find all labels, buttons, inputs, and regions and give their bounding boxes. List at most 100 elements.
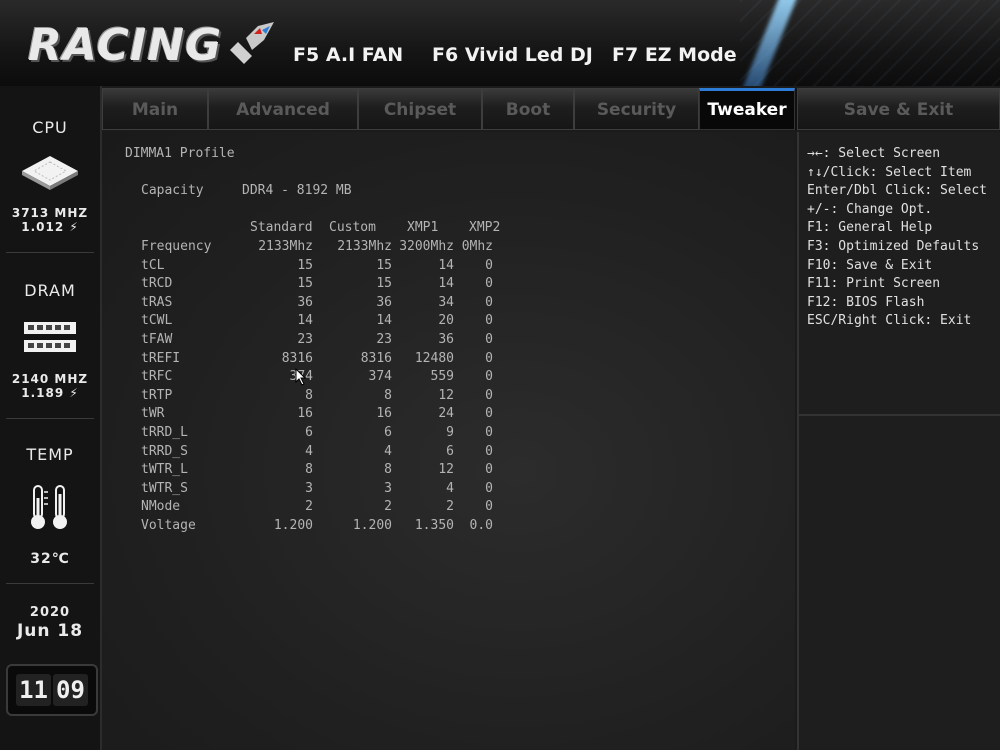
row-value-xmp2: 0 xyxy=(485,332,493,347)
row-value-standard: 15 xyxy=(297,276,313,292)
divider xyxy=(799,414,1000,416)
row-value-custom: 36 xyxy=(376,294,392,310)
row-value-xmp2: 0 xyxy=(485,406,493,422)
row-label: tCWL xyxy=(141,313,173,329)
tab-main[interactable]: Main xyxy=(102,88,208,130)
dram-frequency: 2140 MHZ xyxy=(11,372,89,386)
header-bar: RACING F5 A.I FAN F6 Vivid Led DJ F7 EZ … xyxy=(0,0,1000,86)
row-value-standard: 8 xyxy=(305,387,313,403)
row-value-xmp2: 0 xyxy=(485,499,493,515)
row-value-custom: 1.200 xyxy=(352,518,392,533)
row-value-xmp2: 0 xyxy=(485,313,493,329)
row-value-xmp2: 0 xyxy=(485,294,493,310)
row-value-custom: 14 xyxy=(376,313,392,329)
row-value-xmp2: 0 xyxy=(485,480,493,496)
tab-boot[interactable]: Boot xyxy=(482,88,574,130)
row-value-custom: 4 xyxy=(384,443,392,459)
row-value-standard: 14 xyxy=(297,313,313,329)
row-value-standard: 2 xyxy=(305,499,313,515)
row-value-xmp2: 0.0 xyxy=(469,518,493,533)
row-label: NMode xyxy=(141,499,181,515)
thermometer-icon xyxy=(31,485,67,529)
row-value-standard: 3 xyxy=(305,480,313,496)
row-value-xmp2: 0 xyxy=(485,443,493,459)
row-label: tWTR_S xyxy=(141,480,188,496)
row-label: tRAS xyxy=(141,294,173,310)
row-label: tRRD_L xyxy=(141,425,188,440)
date-year: 2020 xyxy=(29,605,71,620)
hotkey-ai-fan[interactable]: F5 A.I FAN xyxy=(293,44,403,66)
help-panel: →←: Select Screen ↑↓/Click: Select Item En… xyxy=(797,132,1000,750)
row-value-custom: 8316 xyxy=(360,350,392,366)
help-line: F3: Optimized Defaults xyxy=(807,239,980,254)
row-value-xmp2: 0 xyxy=(485,276,493,292)
main-panel: DIMMA1 Profile Capacity DDR4 - 8192 MB S… xyxy=(102,132,795,750)
tab-advanced[interactable]: Advanced xyxy=(208,88,358,130)
temp-value: 32℃ xyxy=(30,551,70,567)
column-header-xmp1: XMP1 xyxy=(407,220,439,235)
row-value-xmp2: 0 xyxy=(485,350,493,366)
row-label: tRCD xyxy=(141,276,173,292)
status-sidebar: CPU 3713 MHZ 1.012 ⚡ DRAM 2140 MHZ 1.189… xyxy=(0,86,102,750)
row-label: tWTR_L xyxy=(141,462,188,478)
cpu-title: CPU xyxy=(32,118,68,137)
column-header-custom: Custom xyxy=(329,220,376,235)
clock-minutes: 09 xyxy=(53,674,88,706)
row-value-xmp2: 0Mhz xyxy=(461,239,493,254)
row-value-standard: 8316 xyxy=(281,350,313,366)
row-label: Frequency xyxy=(141,239,212,254)
dram-title: DRAM xyxy=(24,281,76,300)
column-header-xmp2: XMP2 xyxy=(469,220,501,235)
row-value-custom: 15 xyxy=(376,276,392,292)
tab-bar: Main Advanced Chipset Boot Security Twea… xyxy=(102,88,1000,130)
tab-chipset[interactable]: Chipset xyxy=(358,88,482,130)
row-value-custom: 2133Mhz xyxy=(337,239,392,254)
column-header-standard: Standard xyxy=(250,220,313,235)
dram-module-icon xyxy=(24,322,76,352)
divider xyxy=(6,418,94,419)
row-label: tWR xyxy=(141,406,165,422)
tab-security[interactable]: Security xyxy=(574,88,699,130)
row-value-standard: 1.200 xyxy=(273,518,313,533)
row-label: Voltage xyxy=(141,518,196,533)
row-value-custom: 8 xyxy=(384,387,392,403)
help-keys-list: →←: Select Screen ↑↓/Click: Select Item En… xyxy=(799,132,1000,414)
row-value-standard: 8 xyxy=(305,462,313,478)
help-line: ESC/Right Click: Exit xyxy=(807,313,972,329)
row-value-standard: 23 xyxy=(297,332,313,347)
row-value-standard: 4 xyxy=(305,443,313,459)
hotkey-vivid-led-dj[interactable]: F6 Vivid Led DJ xyxy=(432,44,593,66)
profile-title: DIMMA1 Profile xyxy=(125,146,235,161)
row-value-custom: 3 xyxy=(384,480,392,496)
row-value-xmp2: 0 xyxy=(485,387,493,403)
tab-tweaker[interactable]: Tweaker xyxy=(699,88,795,130)
mouse-cursor-icon xyxy=(295,368,307,386)
row-value-standard: 2133Mhz xyxy=(258,239,313,254)
row-value-xmp2: 0 xyxy=(485,425,493,440)
help-line: F1: General Help xyxy=(807,220,933,236)
help-line: ↑↓/Click: Select Item xyxy=(807,164,972,180)
row-value-standard: 15 xyxy=(297,257,313,273)
row-value-xmp2: 0 xyxy=(485,462,493,478)
help-line: F12: BIOS Flash xyxy=(807,294,925,310)
help-line: →←: Select Screen xyxy=(807,146,941,161)
date-month-day: Jun 18 xyxy=(16,621,84,641)
row-value-custom: 6 xyxy=(384,425,392,440)
tab-save-exit[interactable]: Save & Exit xyxy=(797,88,1000,130)
row-value-custom: 8 xyxy=(384,462,392,478)
hotkey-ez-mode[interactable]: F7 EZ Mode xyxy=(612,44,737,66)
cpu-chip-icon xyxy=(22,156,78,190)
temp-title: TEMP xyxy=(26,445,74,464)
row-label: tRRD_S xyxy=(141,443,188,459)
row-value-custom: 374 xyxy=(368,369,392,385)
row-label: tRFC xyxy=(141,369,173,385)
row-label: tREFI xyxy=(141,350,181,366)
divider xyxy=(6,583,94,584)
row-value-custom: 2 xyxy=(384,499,392,515)
row-value-standard: 36 xyxy=(297,294,313,310)
racing-logo: RACING xyxy=(28,20,223,71)
row-value-standard: 6 xyxy=(305,425,313,440)
row-value-custom: 15 xyxy=(376,257,392,273)
row-value-xmp2: 0 xyxy=(485,369,493,385)
clock-hours: 11 xyxy=(16,674,51,706)
